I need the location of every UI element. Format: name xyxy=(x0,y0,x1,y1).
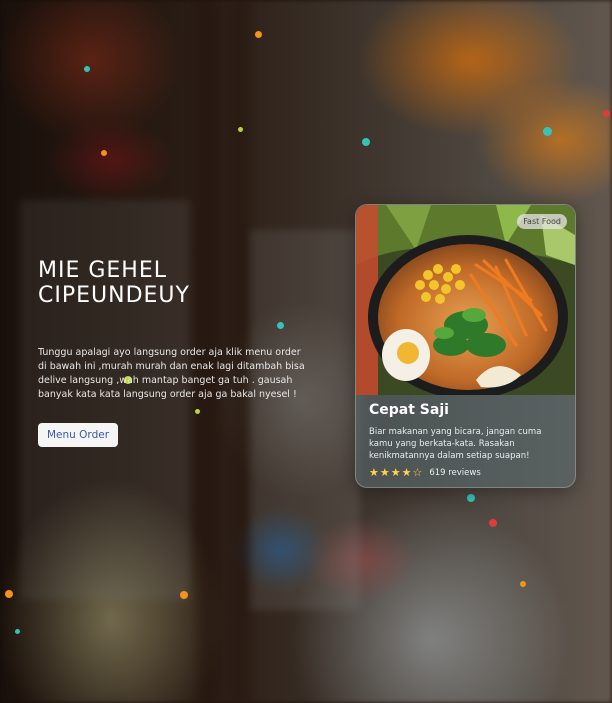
particle-dot xyxy=(238,127,243,132)
particle-dot xyxy=(255,31,262,38)
hero-section: MIE GEHEL CIPEUNDEUY Tunggu apalagi ayo … xyxy=(38,258,308,447)
hero-title-line2: CIPEUNDEUY xyxy=(38,283,190,308)
particle-dot xyxy=(543,127,552,136)
particle-dot xyxy=(489,519,497,527)
card-body: Cepat Saji Biar makanan yang bicara, jan… xyxy=(356,395,575,479)
particle-dot xyxy=(84,66,90,72)
category-badge: Fast Food xyxy=(517,214,567,229)
review-count: 619 reviews xyxy=(429,467,481,478)
menu-order-button[interactable]: Menu Order xyxy=(38,423,119,447)
particle-dot xyxy=(467,494,475,502)
star-rating-icon: ★★★★☆ xyxy=(369,466,424,479)
particle-dot xyxy=(15,629,20,634)
noodle-bowl-illustration xyxy=(356,205,575,395)
card-description: Biar makanan yang bicara, jangan cuma ka… xyxy=(369,427,542,461)
particle-dot xyxy=(5,590,13,598)
hero-description: Tunggu apalagi ayo langsung order aja kl… xyxy=(38,347,305,400)
food-image: Fast Food xyxy=(356,205,575,395)
hero-title: MIE GEHEL CIPEUNDEUY xyxy=(38,258,308,308)
rating-row: ★★★★☆ 619 reviews xyxy=(369,466,562,479)
particle-dot xyxy=(101,150,107,156)
food-card[interactable]: Fast Food Cepat Saji Biar makanan yang b… xyxy=(355,204,576,488)
particle-dot xyxy=(520,581,526,587)
particle-dot xyxy=(603,110,610,117)
particle-dot xyxy=(362,138,370,146)
card-title: Cepat Saji xyxy=(369,402,449,418)
hero-title-line1: MIE GEHEL xyxy=(38,258,168,283)
particle-dot xyxy=(180,591,188,599)
